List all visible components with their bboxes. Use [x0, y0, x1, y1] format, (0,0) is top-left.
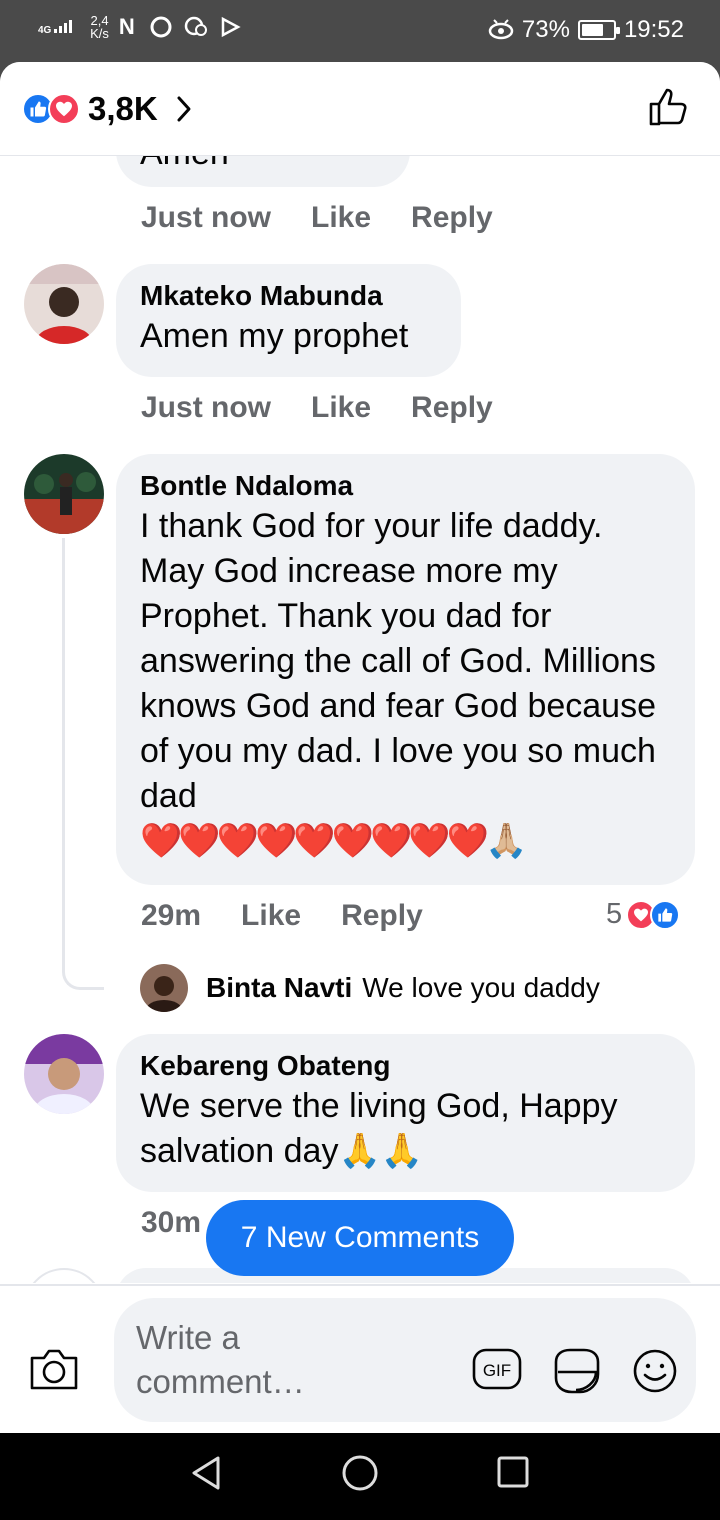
- comment-bubble[interactable]: Mkateko Mabunda Amen my prophet: [116, 264, 461, 377]
- comment-emojis: ❤️❤️❤️❤️❤️❤️❤️❤️❤️🙏🏼: [140, 822, 527, 860]
- comment-input[interactable]: Write a comment… GIF: [114, 1298, 696, 1422]
- comments-list: Amen Just now Like Reply Mkateko Mabunda…: [0, 156, 720, 1283]
- circle-icon: [150, 16, 172, 38]
- like-post-button[interactable]: [648, 86, 690, 133]
- comments-header: 3,8K: [0, 62, 720, 156]
- clock: 19:52: [623, 16, 684, 43]
- comment-text: Amen my prophet: [140, 317, 409, 355]
- avatar[interactable]: [24, 1268, 104, 1283]
- play-icon: [221, 16, 241, 38]
- network-indicator: 4G: [38, 19, 80, 36]
- network-label: 4G: [38, 24, 52, 36]
- battery-percent: 73%: [521, 16, 570, 43]
- like-link[interactable]: Like: [311, 391, 371, 425]
- thumbs-up-icon: [649, 88, 687, 126]
- home-icon: [342, 1455, 378, 1491]
- system-nav-bar: [0, 1433, 720, 1520]
- signal-icon: [54, 19, 73, 33]
- comment-reactions[interactable]: 5: [606, 898, 681, 931]
- avatar: [140, 964, 188, 1012]
- comment-time: 29m: [141, 899, 202, 932]
- thread-line: [62, 538, 65, 958]
- gif-button[interactable]: GIF: [472, 1348, 522, 1395]
- reply-link[interactable]: Reply: [341, 899, 423, 933]
- emoji-button[interactable]: [632, 1348, 678, 1399]
- comment-text: I thank God for your life daddy. May God…: [140, 507, 656, 815]
- comment-bubble[interactable]: Kebareng Obateng We serve the living God…: [116, 1034, 695, 1192]
- love-icon: [48, 93, 80, 125]
- reply-link[interactable]: Reply: [411, 391, 493, 425]
- comment-text: We serve the living God, Happy salvation…: [140, 1087, 618, 1170]
- new-comments-button[interactable]: 7 New Comments: [206, 1200, 514, 1276]
- recents-icon: [497, 1456, 529, 1488]
- comment-meta: 29m Like Reply: [141, 899, 423, 933]
- avatar[interactable]: [24, 1034, 104, 1114]
- like-link[interactable]: Like: [241, 899, 301, 933]
- comment-bubble-partial[interactable]: Amen: [116, 156, 410, 187]
- comment-author[interactable]: Kebareng Obateng: [140, 1048, 671, 1084]
- reaction-count: 3,8K: [88, 90, 158, 127]
- like-link[interactable]: Like: [311, 201, 371, 235]
- reply-text: We love you daddy: [362, 972, 600, 1003]
- comment-meta: 30m: [141, 1206, 201, 1240]
- avatar[interactable]: [24, 454, 104, 534]
- comment-meta: Just now Like Reply: [141, 391, 493, 425]
- comment-composer: Write a comment… GIF: [0, 1284, 720, 1433]
- reply-link[interactable]: Reply: [411, 201, 493, 235]
- thread-connector: [62, 956, 104, 990]
- comment-time: 30m: [141, 1206, 202, 1239]
- speed-unit: K/s: [90, 26, 109, 41]
- like-icon: [650, 899, 681, 930]
- status-left: 4G 2,4 K/s N: [38, 14, 241, 40]
- chevron-right-icon: [177, 96, 191, 122]
- comment-time: Just now: [141, 391, 272, 424]
- sticker-button[interactable]: [552, 1348, 602, 1399]
- svg-text:GIF: GIF: [483, 1361, 511, 1380]
- eye-comfort-icon: [488, 19, 514, 40]
- comment-time: Just now: [141, 201, 272, 234]
- sticker-icon: [554, 1348, 600, 1394]
- comment-text: Amen: [140, 156, 229, 176]
- comments-sheet: 3,8K Amen Just now Like Reply Mkateko Ma…: [0, 62, 720, 1433]
- status-right: 73% 19:52: [488, 16, 684, 44]
- chat-icon: [184, 16, 207, 36]
- gif-icon: GIF: [472, 1348, 522, 1390]
- camera-icon: [30, 1349, 78, 1390]
- comment-bubble[interactable]: Bontle Ndaloma I thank God for your life…: [116, 454, 695, 885]
- reactions-summary[interactable]: 3,8K: [22, 90, 192, 128]
- comment-author[interactable]: Mkateko Mabunda: [140, 278, 437, 314]
- data-speed: 2,4 K/s: [90, 14, 109, 40]
- comment-author[interactable]: Bontle Ndaloma: [140, 468, 671, 504]
- battery-icon: [577, 20, 620, 40]
- comment-meta: Just now Like Reply: [141, 201, 493, 235]
- camera-button[interactable]: [28, 1346, 80, 1397]
- comment-placeholder: Write a comment…: [136, 1319, 305, 1400]
- recents-button[interactable]: [494, 1453, 532, 1496]
- reply-preview[interactable]: Binta Navti We love you daddy: [140, 964, 600, 1012]
- avatar[interactable]: [24, 264, 104, 344]
- home-button[interactable]: [340, 1453, 380, 1498]
- back-icon: [192, 1456, 220, 1490]
- emoji-icon: [633, 1349, 677, 1393]
- back-button[interactable]: [188, 1453, 224, 1498]
- nfc-icon: N: [118, 14, 139, 39]
- reply-author[interactable]: Binta Navti: [206, 972, 352, 1004]
- status-bar: 4G 2,4 K/s N 73% 19:52: [0, 0, 720, 62]
- comment-reaction-count: 5: [606, 898, 623, 930]
